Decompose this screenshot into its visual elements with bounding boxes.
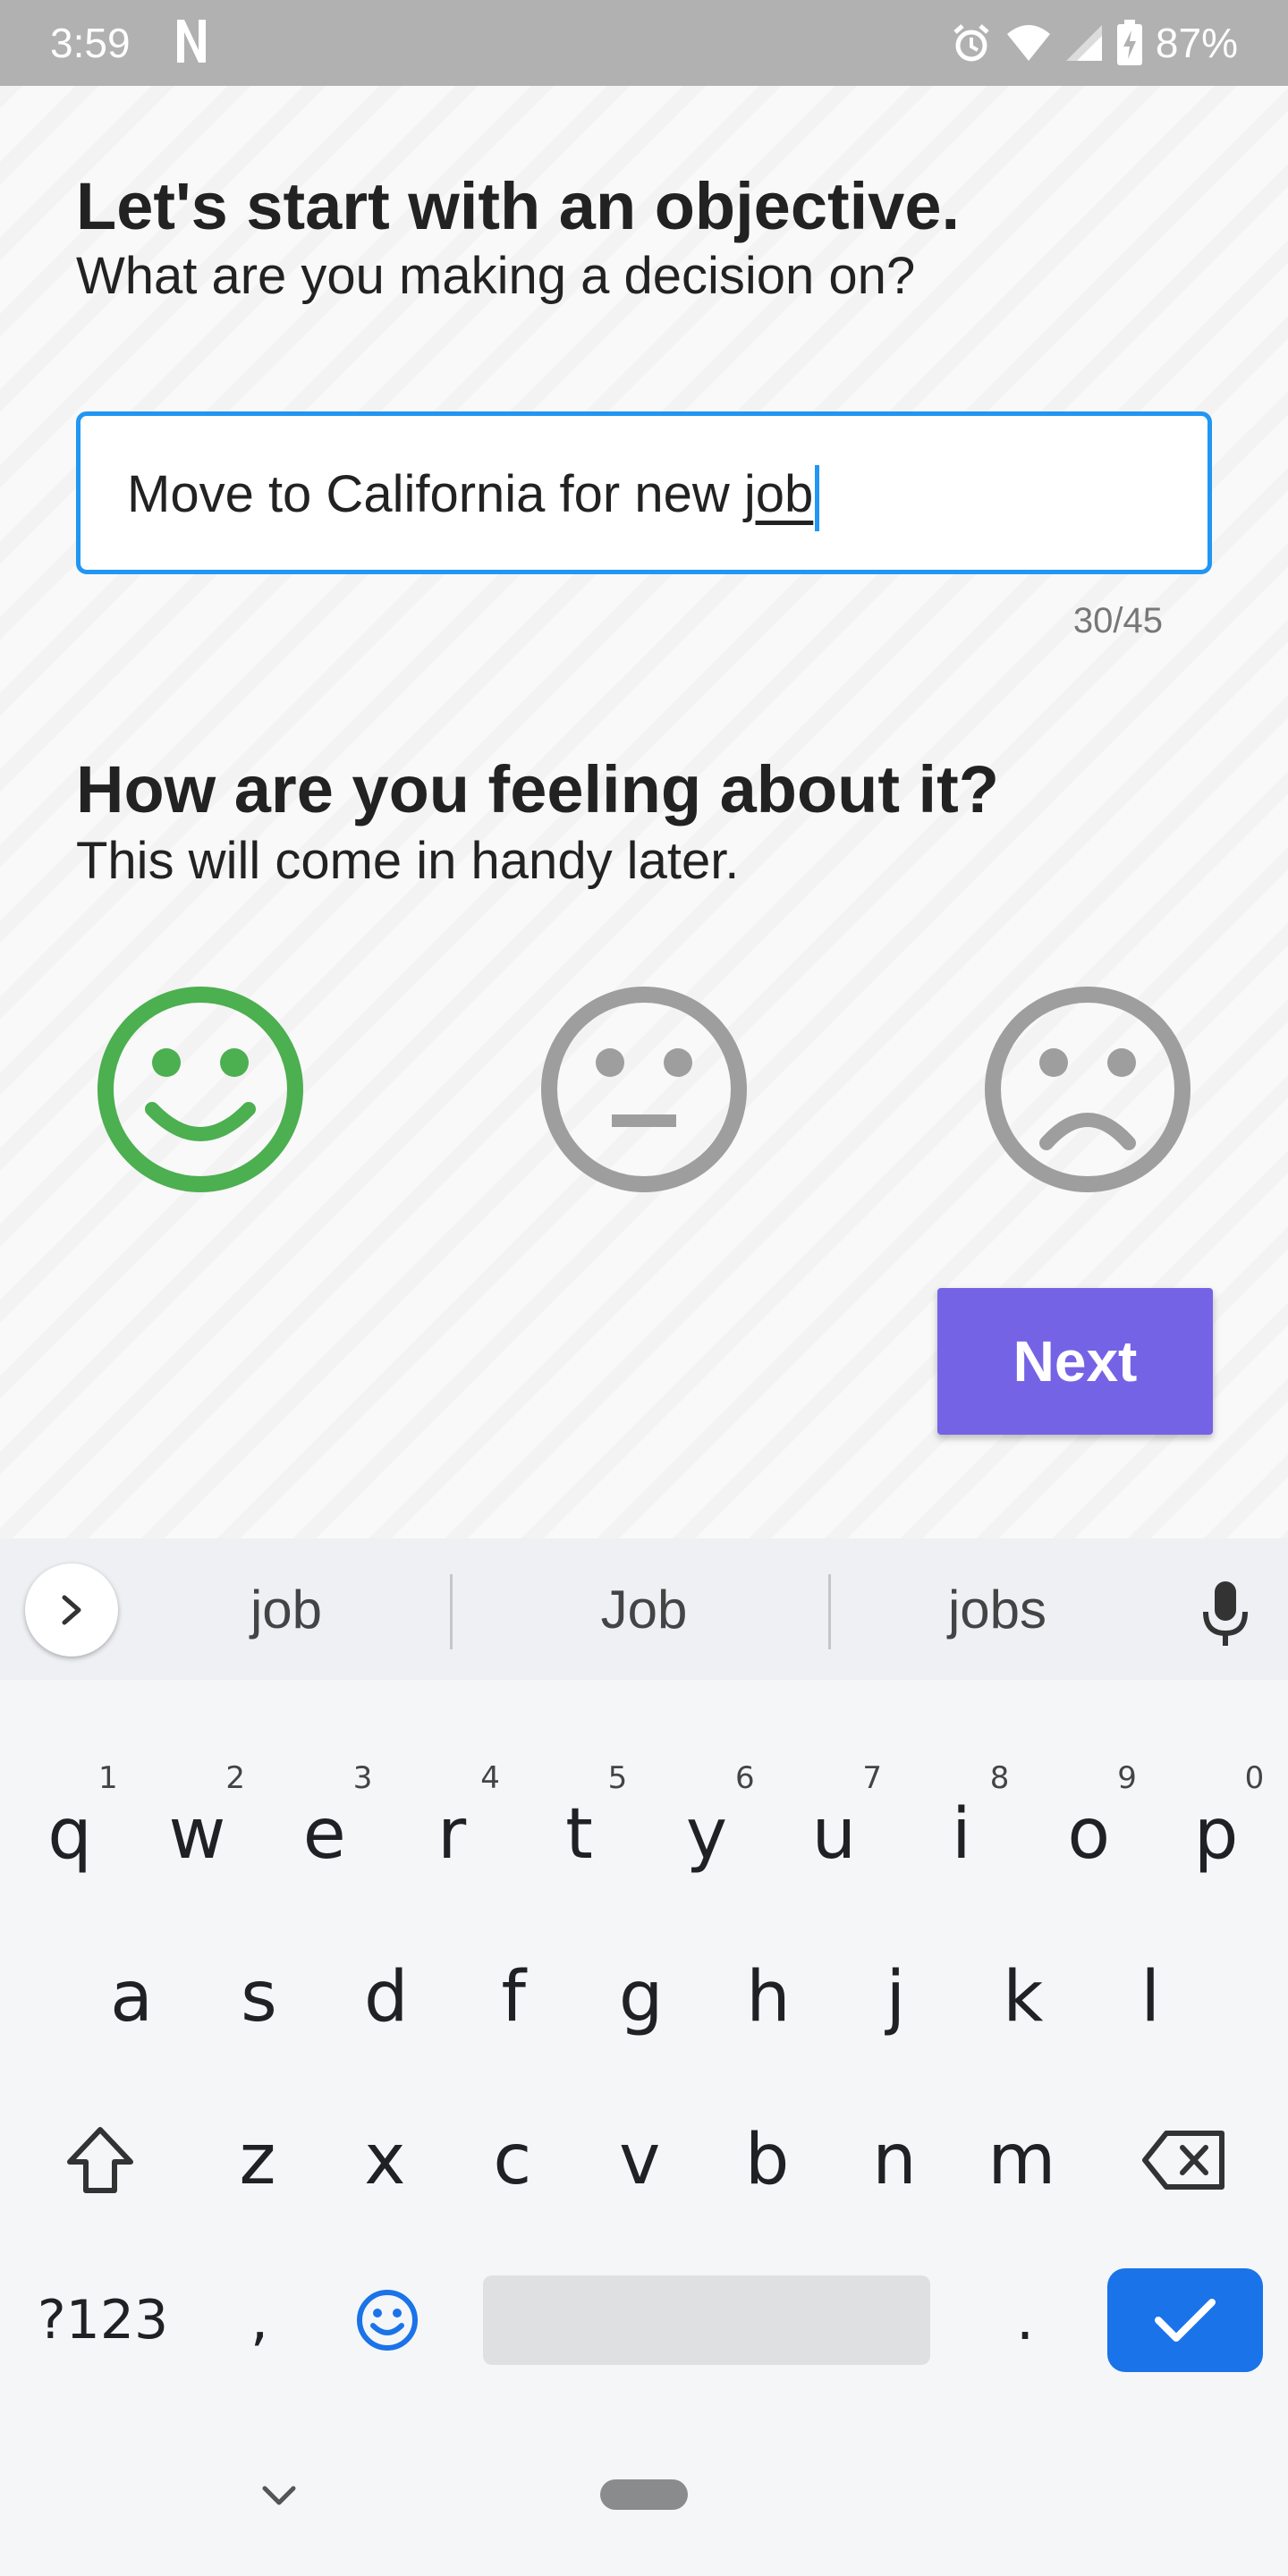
key-u[interactable]: u [771,1785,896,1884]
key-o[interactable]: o [1026,1785,1151,1884]
key-hint-5: 5 [607,1760,628,1796]
key-n[interactable]: n [832,2111,957,2209]
main-content: Let's start with an objective. What are … [0,86,1288,1538]
key-hint-2: 2 [225,1760,246,1796]
key-x[interactable]: x [322,2111,447,2209]
key-hint-7: 7 [862,1760,883,1796]
key-c[interactable]: c [450,2111,575,2209]
key-hint-9: 9 [1117,1760,1137,1796]
objective-input[interactable]: Move to California for new job [76,411,1212,574]
objective-composing-word: job [743,465,814,523]
suggestion-3[interactable]: jobs [872,1574,1123,1646]
signal-icon [1065,25,1102,61]
key-hint-6: 6 [735,1760,755,1796]
enter-key[interactable] [1107,2268,1263,2372]
period-key[interactable]: . [989,2268,1061,2372]
objective-heading: Let's start with an objective. [76,169,961,243]
suggestion-divider [450,1574,453,1649]
key-a[interactable]: a [69,1948,194,2046]
key-t[interactable]: t [517,1785,642,1884]
hide-keyboard-icon[interactable] [259,2483,299,2510]
sad-face-icon [985,987,1191,1192]
suggestion-strip: job Job jobs [0,1538,1288,1680]
key-hint-0: 0 [1244,1760,1265,1796]
objective-subheading: What are you making a decision on? [76,247,916,305]
backspace-icon [1142,2131,1224,2190]
key-hint-8: 8 [989,1760,1010,1796]
emoji-icon [357,2290,418,2351]
happy-face-icon [97,987,303,1192]
comma-key[interactable]: , [224,2268,295,2372]
suggestion-divider [828,1574,831,1649]
wifi-icon [1006,25,1050,61]
alarm-icon [953,24,989,62]
suggestion-2[interactable]: Job [519,1574,769,1646]
emoji-key[interactable] [338,2268,436,2372]
key-b[interactable]: b [705,2111,830,2209]
key-e[interactable]: e [262,1785,387,1884]
next-button[interactable]: Next [937,1288,1213,1435]
checkmark-icon [1155,2299,1216,2342]
key-j[interactable]: j [833,1948,958,2046]
microphone-icon[interactable] [1199,1578,1252,1649]
key-z[interactable]: z [195,2111,320,2209]
key-i[interactable]: i [899,1785,1024,1884]
key-hint-4: 4 [480,1760,500,1796]
key-r[interactable]: r [389,1785,514,1884]
home-gesture-handle[interactable] [600,2479,688,2510]
suggestion-1[interactable]: job [161,1574,411,1646]
battery-charging-icon [1116,20,1142,65]
objective-input-value[interactable]: Move to California for new job [127,459,820,531]
symbols-key[interactable]: ?123 [27,2268,179,2372]
status-time: 3:59 [50,20,131,66]
key-s[interactable]: s [196,1948,321,2046]
key-g[interactable]: g [579,1948,704,2046]
neutral-mood-button[interactable] [538,984,750,1195]
key-h[interactable]: h [706,1948,831,2046]
chevron-right-icon [62,1595,81,1625]
key-d[interactable]: d [324,1948,449,2046]
character-counter: 30/45 [1072,601,1163,640]
key-p[interactable]: p [1154,1785,1279,1884]
key-l[interactable]: l [1088,1948,1213,2046]
shift-icon [67,2127,133,2193]
key-v[interactable]: v [577,2111,702,2209]
key-k[interactable]: k [961,1948,1086,2046]
space-key[interactable] [483,2275,930,2365]
shift-key[interactable] [57,2111,143,2209]
key-q[interactable]: q [7,1785,132,1884]
backspace-key[interactable] [1129,2111,1240,2209]
soft-keyboard: job Job jobs q1w2e3r4t5y6u7i8o9p0 asdfgh… [0,1538,1288,2576]
sad-mood-button[interactable] [982,984,1193,1195]
key-y[interactable]: y [644,1785,769,1884]
happy-mood-button[interactable] [95,984,306,1195]
status-icons: 87% [950,16,1238,70]
text-caret [815,464,820,531]
key-hint-3: 3 [352,1760,373,1796]
key-m[interactable]: m [959,2111,1084,2209]
feeling-heading: How are you feeling about it? [76,752,999,826]
key-hint-1: 1 [98,1760,118,1796]
keyboard-menu-button[interactable] [25,1563,118,1657]
neutral-face-icon [541,987,747,1192]
feeling-subheading: This will come in handy later. [76,832,740,890]
objective-text-prefix: Move to California for new [127,465,744,523]
key-f[interactable]: f [451,1948,576,2046]
status-bar: 3:59 87% [0,0,1288,86]
notification-n-icon [177,20,206,63]
key-w[interactable]: w [134,1785,259,1884]
battery-percentage: 87% [1155,20,1238,66]
